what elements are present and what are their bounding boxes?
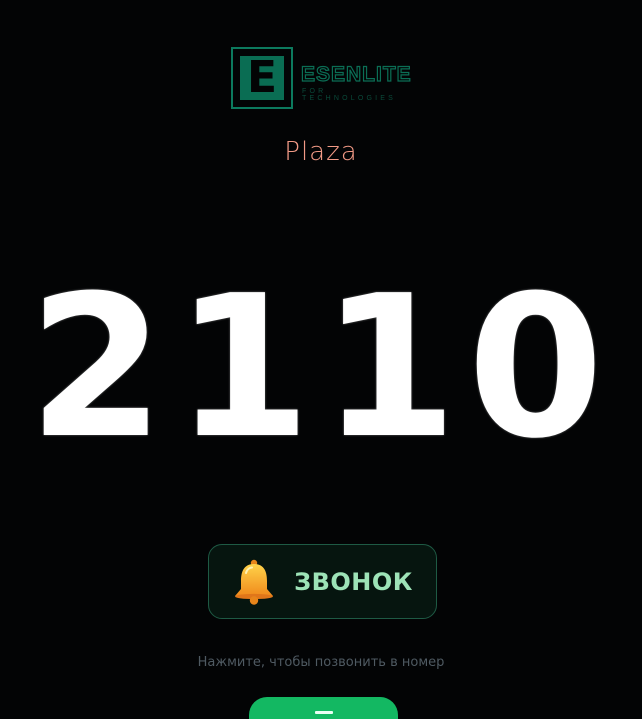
logo-tagline: FOR TECHNOLOGIES xyxy=(302,88,397,102)
logo-letter: E xyxy=(240,56,284,100)
brand-logo: E ESENLITE FOR TECHNOLOGIES xyxy=(231,47,421,113)
call-button[interactable]: ЗВОНОК xyxy=(208,544,437,619)
logo-mark: E xyxy=(231,47,293,109)
logo-wordmark: ESENLITE xyxy=(300,62,412,86)
action-button[interactable] xyxy=(249,697,398,719)
bell-icon xyxy=(235,559,274,605)
intercom-screen: E ESENLITE FOR TECHNOLOGIES Plaza 2110 З… xyxy=(0,0,642,719)
call-button-label: ЗВОНОК xyxy=(294,567,413,596)
room-number: 2110 xyxy=(28,254,614,482)
location-name: Plaza xyxy=(284,137,358,167)
call-hint: Нажмите, чтобы позвонить в номер xyxy=(197,655,445,670)
action-button-glyph xyxy=(315,711,333,714)
